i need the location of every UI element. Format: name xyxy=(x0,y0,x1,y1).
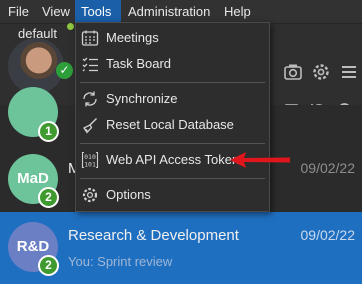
chat-date: 09/02/22 xyxy=(300,227,356,243)
menu-item-label: Meetings xyxy=(106,30,159,45)
calendar-icon xyxy=(81,30,99,46)
unread-badge: 2 xyxy=(38,255,59,276)
checklist-icon xyxy=(82,57,98,72)
menu-item-label: Synchronize xyxy=(106,91,178,106)
online-check-icon: ✓ xyxy=(56,62,73,79)
avatar[interactable] xyxy=(8,38,64,94)
menu-file[interactable]: File xyxy=(2,0,35,23)
camera-icon[interactable] xyxy=(283,62,303,82)
chat-last-message: You: Sprint review xyxy=(68,254,173,269)
menu-item-label: Reset Local Database xyxy=(106,117,234,132)
broom-icon xyxy=(83,118,97,134)
annotation-arrow-icon xyxy=(230,152,290,168)
menu-separator xyxy=(80,82,265,83)
unread-badge: 2 xyxy=(38,187,59,208)
menu-separator xyxy=(80,143,265,144)
menu-item-meetings[interactable]: Meetings xyxy=(76,25,269,51)
menu-item-synchronize[interactable]: Synchronize xyxy=(76,86,269,112)
menu-item-task-board[interactable]: Task Board xyxy=(76,51,269,77)
menu-bar: File View Tools Administration Help xyxy=(0,0,362,24)
menu-item-options[interactable]: Options xyxy=(76,182,269,208)
menu-separator xyxy=(80,178,265,179)
gear-icon[interactable] xyxy=(311,62,331,82)
menu-item-label: Web API Access Token xyxy=(106,152,240,167)
menu-help[interactable]: Help xyxy=(218,0,257,23)
unread-badge: 1 xyxy=(38,121,59,142)
chat-date: 09/02/22 xyxy=(300,160,356,176)
sync-icon xyxy=(83,91,97,107)
menu-item-label: Task Board xyxy=(106,56,172,71)
hamburger-menu-icon[interactable] xyxy=(339,62,359,82)
status-dot xyxy=(67,23,74,30)
svg-text:101: 101 xyxy=(84,161,96,169)
gear-icon xyxy=(82,187,98,203)
binary-braces-icon: 010 101 xyxy=(81,151,99,169)
tools-dropdown-menu: Meetings Task Board Synchronize Reset Lo… xyxy=(75,22,270,212)
chat-title: Research & Development xyxy=(68,227,239,244)
menu-item-label: Options xyxy=(106,187,151,202)
menu-view[interactable]: View xyxy=(36,0,76,23)
menu-administration[interactable]: Administration xyxy=(122,0,216,23)
menu-tools[interactable]: Tools xyxy=(75,0,121,23)
menu-item-reset-local-database[interactable]: Reset Local Database xyxy=(76,112,269,138)
chat-row-selected[interactable]: R&D 2 Research & Development You: Sprint… xyxy=(0,212,362,284)
